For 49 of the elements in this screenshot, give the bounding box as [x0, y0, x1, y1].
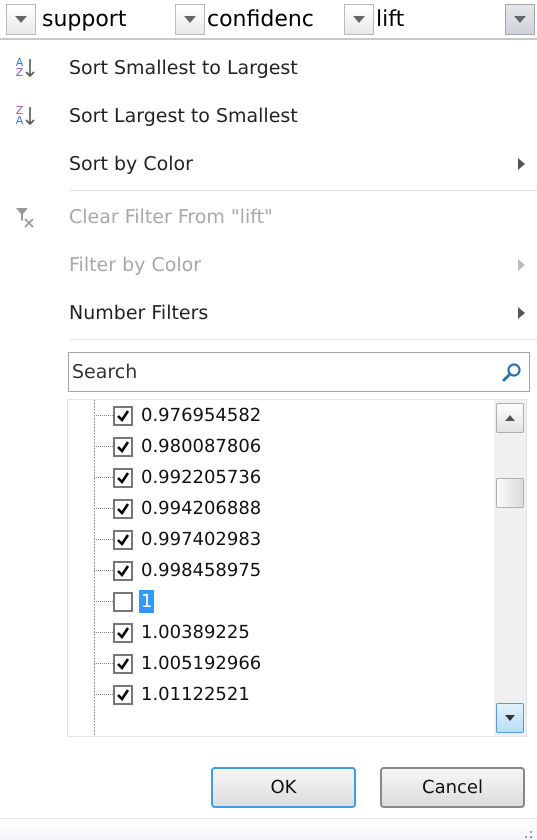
- value-label[interactable]: 0.997402983: [139, 528, 264, 551]
- search-icon: [502, 362, 522, 382]
- checkbox[interactable]: [113, 436, 133, 456]
- resize-grip-icon: [525, 831, 533, 839]
- clear-filter-icon: [14, 206, 36, 228]
- menu-item[interactable]: Sort by Color: [0, 140, 537, 188]
- checkbox[interactable]: [113, 622, 133, 642]
- submenu-arrow-icon: [518, 259, 525, 271]
- checkbox[interactable]: [113, 530, 133, 550]
- submenu-arrow-icon: [518, 307, 525, 319]
- menu-item[interactable]: Number Filters: [0, 289, 537, 337]
- value-label[interactable]: 1.01122521: [139, 683, 252, 706]
- value-label[interactable]: 0.980087806: [139, 435, 264, 458]
- up-arrow-icon: [505, 415, 515, 421]
- checkbox[interactable]: [113, 592, 133, 612]
- menu-item[interactable]: A Z Sort Smallest to Largest: [0, 44, 537, 92]
- value-label[interactable]: 1.00389225: [139, 621, 252, 644]
- submenu-arrow-icon: [518, 158, 525, 170]
- column-header: lift: [375, 6, 404, 32]
- filter-dropdown-button[interactable]: [344, 4, 374, 34]
- checkbox[interactable]: [113, 468, 133, 488]
- caret-icon: [514, 16, 526, 22]
- checkbox[interactable]: [113, 654, 133, 674]
- dialog-button[interactable]: OK: [211, 767, 356, 808]
- filter-dropdown-button[interactable]: [6, 4, 36, 34]
- checkbox[interactable]: [113, 684, 133, 704]
- column-header: support: [41, 6, 126, 32]
- scroll-down-button[interactable]: [496, 703, 524, 733]
- menu-item[interactable]: Z A Sort Largest to Smallest: [0, 92, 537, 140]
- value-label[interactable]: 1.005192966: [139, 652, 264, 675]
- checkbox[interactable]: [113, 406, 133, 426]
- caret-icon: [353, 16, 365, 22]
- filter-dropdown-button[interactable]: [505, 4, 535, 34]
- caret-icon: [15, 16, 27, 22]
- checkbox[interactable]: [113, 560, 133, 580]
- column-header: confidenc: [206, 6, 314, 32]
- scrollbar[interactable]: [494, 400, 526, 736]
- value-label[interactable]: 0.992205736: [139, 466, 264, 489]
- checkbox[interactable]: [113, 498, 133, 518]
- search-field[interactable]: Search: [68, 352, 530, 392]
- value-label[interactable]: 0.998458975: [139, 559, 264, 582]
- value-label[interactable]: 0.994206888: [139, 497, 264, 520]
- filter-dropdown-button[interactable]: [175, 4, 205, 34]
- dialog-button[interactable]: Cancel: [380, 767, 525, 808]
- down-arrow-icon: [505, 715, 515, 721]
- caret-icon: [184, 16, 196, 22]
- scroll-thumb[interactable]: [496, 478, 524, 508]
- value-label[interactable]: 0.976954582: [139, 404, 264, 427]
- scroll-up-button[interactable]: [496, 403, 524, 433]
